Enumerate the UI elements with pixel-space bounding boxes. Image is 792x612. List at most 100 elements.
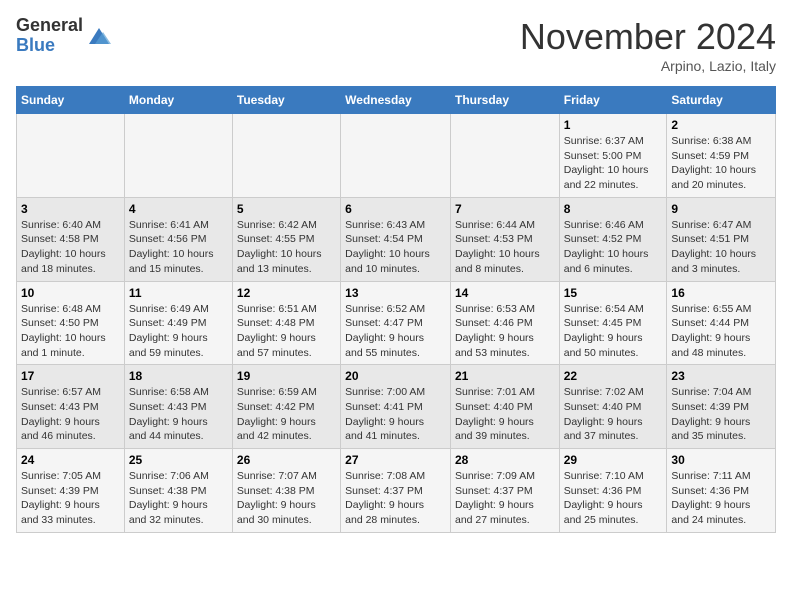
calendar-cell: 17 Sunrise: 6:57 AM Sunset: 4:43 PM Dayli… xyxy=(17,365,125,449)
day-info: Sunrise: 6:41 AM Sunset: 4:56 PM Dayligh… xyxy=(129,218,228,277)
day-info: Sunrise: 6:48 AM Sunset: 4:50 PM Dayligh… xyxy=(21,302,120,361)
day-info: Sunrise: 7:11 AM Sunset: 4:36 PM Dayligh… xyxy=(671,469,771,528)
day-number: 7 xyxy=(455,202,555,216)
day-info: Sunrise: 6:52 AM Sunset: 4:47 PM Dayligh… xyxy=(345,302,446,361)
day-header-saturday: Saturday xyxy=(667,87,776,114)
day-info: Sunrise: 6:53 AM Sunset: 4:46 PM Dayligh… xyxy=(455,302,555,361)
day-number: 1 xyxy=(564,118,663,132)
day-info: Sunrise: 7:10 AM Sunset: 4:36 PM Dayligh… xyxy=(564,469,663,528)
day-info: Sunrise: 6:54 AM Sunset: 4:45 PM Dayligh… xyxy=(564,302,663,361)
day-info: Sunrise: 7:04 AM Sunset: 4:39 PM Dayligh… xyxy=(671,385,771,444)
day-number: 17 xyxy=(21,369,120,383)
calendar-cell: 27 Sunrise: 7:08 AM Sunset: 4:37 PM Dayli… xyxy=(341,449,451,533)
calendar-cell: 5Sunrise: 6:42 AM Sunset: 4:55 PM Daylig… xyxy=(232,197,340,281)
day-header-sunday: Sunday xyxy=(17,87,125,114)
day-number: 21 xyxy=(455,369,555,383)
calendar-week-3: 10 Sunrise: 6:48 AM Sunset: 4:50 PM Dayli… xyxy=(17,281,776,365)
day-info: Sunrise: 6:47 AM Sunset: 4:51 PM Dayligh… xyxy=(671,218,771,277)
calendar-week-5: 24Sunrise: 7:05 AM Sunset: 4:39 PM Dayli… xyxy=(17,449,776,533)
day-header-wednesday: Wednesday xyxy=(341,87,451,114)
day-number: 15 xyxy=(564,286,663,300)
calendar-cell xyxy=(124,114,232,198)
title-area: November 2024 Arpino, Lazio, Italy xyxy=(520,16,776,74)
calendar-cell: 10 Sunrise: 6:48 AM Sunset: 4:50 PM Dayli… xyxy=(17,281,125,365)
calendar-week-1: 1 Sunrise: 6:37 AM Sunset: 5:00 PM Daylig… xyxy=(17,114,776,198)
calendar-cell: 4 Sunrise: 6:41 AM Sunset: 4:56 PM Daylig… xyxy=(124,197,232,281)
calendar-cell: 30Sunrise: 7:11 AM Sunset: 4:36 PM Dayli… xyxy=(667,449,776,533)
day-number: 12 xyxy=(237,286,336,300)
calendar-cell: 19 Sunrise: 6:59 AM Sunset: 4:42 PM Dayli… xyxy=(232,365,340,449)
calendar-header: SundayMondayTuesdayWednesdayThursdayFrid… xyxy=(17,87,776,114)
calendar-cell: 13 Sunrise: 6:52 AM Sunset: 4:47 PM Dayli… xyxy=(341,281,451,365)
day-number: 11 xyxy=(129,286,228,300)
day-number: 16 xyxy=(671,286,771,300)
day-number: 9 xyxy=(671,202,771,216)
day-info: Sunrise: 7:05 AM Sunset: 4:39 PM Dayligh… xyxy=(21,469,120,528)
calendar-cell: 9 Sunrise: 6:47 AM Sunset: 4:51 PM Daylig… xyxy=(667,197,776,281)
day-number: 19 xyxy=(237,369,336,383)
day-header-tuesday: Tuesday xyxy=(232,87,340,114)
calendar-table: SundayMondayTuesdayWednesdayThursdayFrid… xyxy=(16,86,776,533)
day-info: Sunrise: 7:02 AM Sunset: 4:40 PM Dayligh… xyxy=(564,385,663,444)
day-info: Sunrise: 7:01 AM Sunset: 4:40 PM Dayligh… xyxy=(455,385,555,444)
day-number: 6 xyxy=(345,202,446,216)
day-info: Sunrise: 6:51 AM Sunset: 4:48 PM Dayligh… xyxy=(237,302,336,361)
calendar-cell xyxy=(17,114,125,198)
calendar-cell: 22 Sunrise: 7:02 AM Sunset: 4:40 PM Dayli… xyxy=(559,365,667,449)
day-number: 13 xyxy=(345,286,446,300)
day-header-friday: Friday xyxy=(559,87,667,114)
logo-general: General xyxy=(16,15,83,35)
day-info: Sunrise: 6:40 AM Sunset: 4:58 PM Dayligh… xyxy=(21,218,120,277)
calendar-cell: 29Sunrise: 7:10 AM Sunset: 4:36 PM Dayli… xyxy=(559,449,667,533)
day-info: Sunrise: 7:08 AM Sunset: 4:37 PM Dayligh… xyxy=(345,469,446,528)
calendar-cell: 24Sunrise: 7:05 AM Sunset: 4:39 PM Dayli… xyxy=(17,449,125,533)
day-number: 3 xyxy=(21,202,120,216)
day-info: Sunrise: 6:49 AM Sunset: 4:49 PM Dayligh… xyxy=(129,302,228,361)
calendar-cell: 26 Sunrise: 7:07 AM Sunset: 4:38 PM Dayli… xyxy=(232,449,340,533)
calendar-cell: 15 Sunrise: 6:54 AM Sunset: 4:45 PM Dayli… xyxy=(559,281,667,365)
day-info: Sunrise: 6:37 AM Sunset: 5:00 PM Dayligh… xyxy=(564,134,663,193)
day-header-monday: Monday xyxy=(124,87,232,114)
calendar-cell: 6Sunrise: 6:43 AM Sunset: 4:54 PM Daylig… xyxy=(341,197,451,281)
day-info: Sunrise: 6:46 AM Sunset: 4:52 PM Dayligh… xyxy=(564,218,663,277)
calendar-cell: 16 Sunrise: 6:55 AM Sunset: 4:44 PM Dayli… xyxy=(667,281,776,365)
day-info: Sunrise: 7:00 AM Sunset: 4:41 PM Dayligh… xyxy=(345,385,446,444)
calendar-cell: 12 Sunrise: 6:51 AM Sunset: 4:48 PM Dayli… xyxy=(232,281,340,365)
day-number: 26 xyxy=(237,453,336,467)
calendar-cell: 20Sunrise: 7:00 AM Sunset: 4:41 PM Dayli… xyxy=(341,365,451,449)
day-info: Sunrise: 6:59 AM Sunset: 4:42 PM Dayligh… xyxy=(237,385,336,444)
calendar-cell: 21 Sunrise: 7:01 AM Sunset: 4:40 PM Dayli… xyxy=(450,365,559,449)
day-number: 23 xyxy=(671,369,771,383)
calendar-cell: 18Sunrise: 6:58 AM Sunset: 4:43 PM Dayli… xyxy=(124,365,232,449)
calendar-cell xyxy=(341,114,451,198)
location: Arpino, Lazio, Italy xyxy=(520,58,776,74)
calendar-cell: 28Sunrise: 7:09 AM Sunset: 4:37 PM Dayli… xyxy=(450,449,559,533)
day-info: Sunrise: 7:06 AM Sunset: 4:38 PM Dayligh… xyxy=(129,469,228,528)
calendar-cell: 7 Sunrise: 6:44 AM Sunset: 4:53 PM Daylig… xyxy=(450,197,559,281)
day-number: 4 xyxy=(129,202,228,216)
day-number: 25 xyxy=(129,453,228,467)
calendar-week-4: 17 Sunrise: 6:57 AM Sunset: 4:43 PM Dayli… xyxy=(17,365,776,449)
calendar-cell: 1 Sunrise: 6:37 AM Sunset: 5:00 PM Daylig… xyxy=(559,114,667,198)
day-info: Sunrise: 6:57 AM Sunset: 4:43 PM Dayligh… xyxy=(21,385,120,444)
day-info: Sunrise: 7:09 AM Sunset: 4:37 PM Dayligh… xyxy=(455,469,555,528)
logo-blue: Blue xyxy=(16,35,55,55)
day-number: 18 xyxy=(129,369,228,383)
calendar-cell: 11 Sunrise: 6:49 AM Sunset: 4:49 PM Dayli… xyxy=(124,281,232,365)
calendar-cell: 8 Sunrise: 6:46 AM Sunset: 4:52 PM Daylig… xyxy=(559,197,667,281)
calendar-cell: 14 Sunrise: 6:53 AM Sunset: 4:46 PM Dayli… xyxy=(450,281,559,365)
calendar-week-2: 3 Sunrise: 6:40 AM Sunset: 4:58 PM Daylig… xyxy=(17,197,776,281)
day-info: Sunrise: 6:44 AM Sunset: 4:53 PM Dayligh… xyxy=(455,218,555,277)
day-number: 27 xyxy=(345,453,446,467)
day-info: Sunrise: 7:07 AM Sunset: 4:38 PM Dayligh… xyxy=(237,469,336,528)
calendar-cell: 25 Sunrise: 7:06 AM Sunset: 4:38 PM Dayli… xyxy=(124,449,232,533)
month-title: November 2024 xyxy=(520,16,776,58)
day-number: 14 xyxy=(455,286,555,300)
calendar-body: 1 Sunrise: 6:37 AM Sunset: 5:00 PM Daylig… xyxy=(17,114,776,533)
calendar-cell: 2Sunrise: 6:38 AM Sunset: 4:59 PM Daylig… xyxy=(667,114,776,198)
day-info: Sunrise: 6:42 AM Sunset: 4:55 PM Dayligh… xyxy=(237,218,336,277)
day-number: 10 xyxy=(21,286,120,300)
day-number: 22 xyxy=(564,369,663,383)
day-number: 8 xyxy=(564,202,663,216)
day-info: Sunrise: 6:55 AM Sunset: 4:44 PM Dayligh… xyxy=(671,302,771,361)
